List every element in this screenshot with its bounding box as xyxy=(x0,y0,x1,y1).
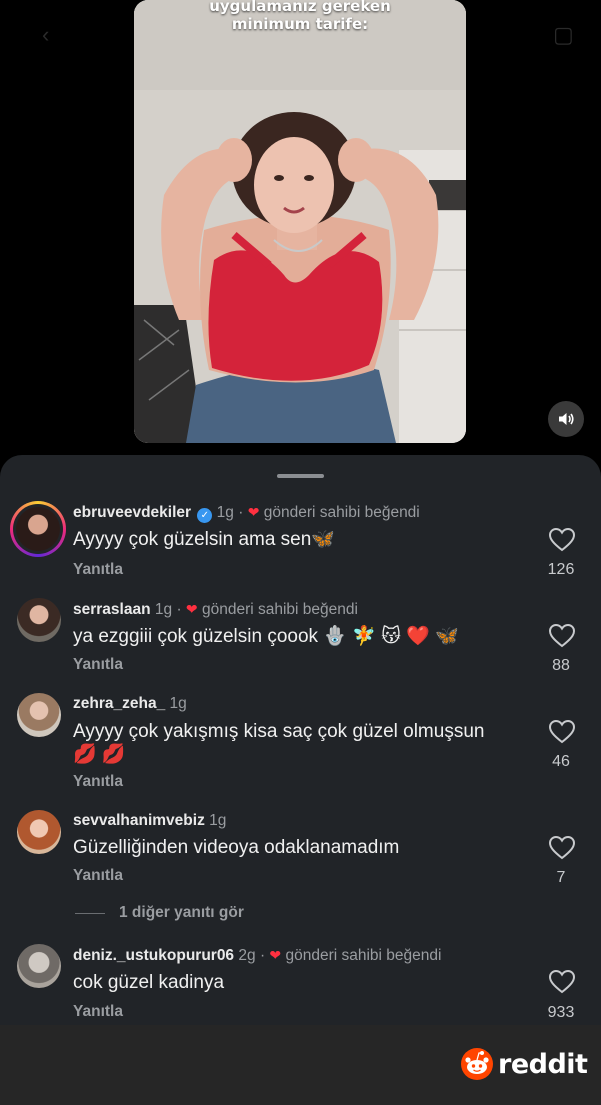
comment-text: Ayyyy çok yakışmış kisa saç çok güzel ol… xyxy=(73,721,485,742)
comment-meta: deniz._ustukopurur06 2g · ❤ gönderi sahi… xyxy=(73,945,441,966)
heart-filled-icon: ❤ xyxy=(269,947,282,963)
bottom-bar: reddit xyxy=(0,1025,601,1105)
avatar[interactable] xyxy=(10,501,66,557)
comment-time: 1g xyxy=(209,812,227,829)
comments-sheet: ebruveevdekiler ✓ 1g · ❤ gönderi sahibi … xyxy=(0,455,601,1025)
avatar[interactable] xyxy=(17,693,61,737)
speaker-icon xyxy=(559,413,574,425)
owner-liked-label: gönderi sahibi beğendi xyxy=(263,504,420,521)
verified-badge-icon: ✓ xyxy=(197,508,213,523)
like-count: 126 xyxy=(547,561,575,578)
comment-username[interactable]: zehra_zeha_ xyxy=(73,695,165,712)
comment-username[interactable]: serraslaan xyxy=(73,601,151,618)
heart-filled-icon: ❤ xyxy=(185,601,198,617)
video-player[interactable]: uygulamanız gereken minimum tarife: xyxy=(134,0,466,443)
reply-button[interactable]: Yanıtla xyxy=(73,1003,123,1021)
reddit-wordmark: reddit xyxy=(498,1048,588,1080)
sheet-drag-handle[interactable] xyxy=(277,474,324,478)
comment-text-line-2: 💋 💋 xyxy=(73,744,126,765)
comment-text: Ayyyy çok güzelsin ama sen🦋 xyxy=(73,529,335,550)
sound-toggle-button[interactable] xyxy=(548,401,584,437)
comment-time: 1g xyxy=(169,695,187,712)
avatar[interactable] xyxy=(17,944,61,988)
reply-button[interactable]: Yanıtla xyxy=(73,656,123,674)
comment-username[interactable]: ebruveevdekiler xyxy=(73,504,191,521)
comment-meta: sevvalhanimvebiz 1g xyxy=(73,811,226,831)
back-icon: ‹ xyxy=(42,22,50,47)
camera-icon: ▢ xyxy=(553,22,574,47)
view-more-replies-button[interactable]: 1 diğer yanıtı gör xyxy=(75,904,244,922)
heart-outline-icon[interactable] xyxy=(548,527,576,553)
comment-username[interactable]: deniz._ustukopurur06 xyxy=(73,947,234,964)
like-count: 933 xyxy=(547,1004,575,1021)
owner-liked-label: gönderi sahibi beğendi xyxy=(201,601,358,618)
separator-dot: · xyxy=(238,504,244,521)
reddit-watermark: reddit xyxy=(460,1047,588,1081)
comment-text: ya ezggiii çok güzelsin çoook 🪬 🧚 😽 ❤️ 🦋 xyxy=(73,626,459,647)
reddit-logo-icon xyxy=(461,1048,493,1080)
separator-dot: · xyxy=(259,947,266,964)
comment-meta: zehra_zeha_ 1g xyxy=(73,694,187,714)
heart-outline-icon[interactable] xyxy=(548,969,576,995)
heart-outline-icon[interactable] xyxy=(548,623,576,649)
comment-text: cok güzel kadinya xyxy=(73,972,225,993)
reply-button[interactable]: Yanıtla xyxy=(73,867,123,885)
heart-filled-icon: ❤ xyxy=(247,504,260,520)
replies-divider xyxy=(75,912,105,914)
video-caption: uygulamanız gereken minimum tarife: xyxy=(134,0,466,33)
avatar[interactable] xyxy=(17,598,61,642)
video-area: ‹ ▢ uygulamanız gereken minimum tarife: xyxy=(0,0,601,458)
comment-username[interactable]: sevvalhanimvebiz xyxy=(73,812,205,829)
owner-liked-label: gönderi sahibi beğendi xyxy=(285,947,442,964)
like-count: 46 xyxy=(552,753,570,770)
video-frame-image xyxy=(134,0,466,443)
comment-meta: serraslaan 1g · ❤ gönderi sahibi beğendi xyxy=(73,599,358,620)
caption-line-1: uygulamanız gereken xyxy=(209,0,391,15)
comment-time: 1g xyxy=(154,601,173,618)
reply-button[interactable]: Yanıtla xyxy=(73,561,123,579)
comment-text: Güzelliğinden videoya odaklanamadım xyxy=(73,837,400,858)
comment-meta: ebruveevdekiler ✓ 1g · ❤ gönderi sahibi … xyxy=(73,502,420,523)
like-count: 7 xyxy=(556,869,566,886)
reply-button[interactable]: Yanıtla xyxy=(73,773,123,791)
heart-outline-icon[interactable] xyxy=(548,835,576,861)
caption-line-2: minimum tarife: xyxy=(231,15,369,33)
heart-outline-icon[interactable] xyxy=(548,719,576,745)
view-more-replies-label: 1 diğer yanıtı gör xyxy=(119,904,244,921)
like-count: 88 xyxy=(552,657,570,674)
separator-dot: · xyxy=(176,601,182,618)
comment-time: 2g xyxy=(238,947,256,964)
avatar[interactable] xyxy=(17,810,61,854)
comment-time: 1g xyxy=(216,504,234,521)
